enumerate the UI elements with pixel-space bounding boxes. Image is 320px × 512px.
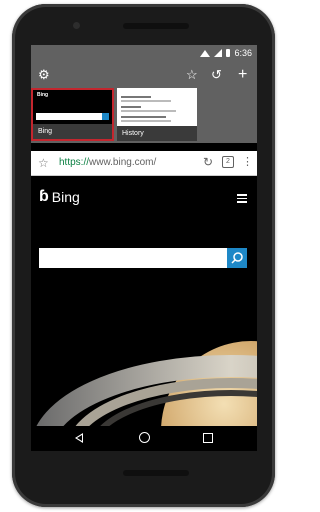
screen: 6:36 ⚙ ☆ ↺ + Bing Bing History ☆ https:/… — [31, 45, 257, 451]
kebab-menu-icon[interactable]: ⋮ — [242, 155, 253, 169]
back-triangle-icon[interactable] — [75, 433, 83, 443]
home-circle-icon[interactable] — [139, 432, 150, 443]
mini-search-button — [102, 113, 109, 120]
mini-bing-logo: Bing — [37, 92, 49, 98]
history-preview-line — [121, 110, 176, 112]
wifi-icon — [200, 49, 211, 57]
tab-switcher-toolbar: ⚙ ☆ ↺ + — [31, 62, 257, 88]
saturn-image — [36, 341, 257, 426]
plus-icon[interactable]: + — [238, 67, 247, 83]
battery-icon — [226, 49, 231, 57]
status-time: 6:36 — [234, 48, 252, 58]
tab-count-button[interactable]: 2 — [222, 156, 234, 168]
front-camera — [73, 22, 80, 29]
tab-thumbnails: Bing Bing History — [31, 88, 257, 143]
web-page: ɓ Bing — [31, 176, 257, 426]
earpiece-speaker — [123, 23, 189, 29]
star-outline-icon[interactable]: ☆ — [38, 156, 49, 170]
url-scheme: https:// — [59, 157, 90, 168]
tab-thumbnail-bing[interactable]: Bing Bing — [31, 88, 114, 141]
tab-label-bing: Bing — [33, 124, 112, 139]
mini-search-box — [36, 113, 102, 120]
url-host: www.bing.com/ — [89, 157, 157, 168]
tab-label-history: History — [117, 126, 197, 141]
history-preview-line — [121, 100, 171, 102]
bottom-speaker — [123, 470, 189, 476]
gear-icon[interactable]: ⚙ — [38, 67, 50, 83]
history-preview-line — [121, 120, 171, 122]
history-preview-line — [121, 106, 141, 108]
history-icon[interactable]: ↺ — [211, 67, 222, 83]
android-nav-bar — [31, 426, 257, 451]
star-outline-icon[interactable]: ☆ — [186, 67, 198, 83]
history-preview-line — [121, 116, 166, 118]
recents-square-icon[interactable] — [203, 433, 213, 443]
tab-thumbnail-history[interactable]: History — [117, 88, 197, 141]
refresh-icon[interactable]: ↻ — [203, 155, 213, 169]
history-preview-line — [121, 96, 151, 98]
url-text[interactable]: https://www.bing.com/ — [59, 156, 156, 170]
status-bar: 6:36 — [31, 45, 257, 62]
signal-icon — [214, 49, 223, 57]
url-bar[interactable]: ☆ https://www.bing.com/ ↻ 2 ⋮ — [31, 151, 257, 176]
